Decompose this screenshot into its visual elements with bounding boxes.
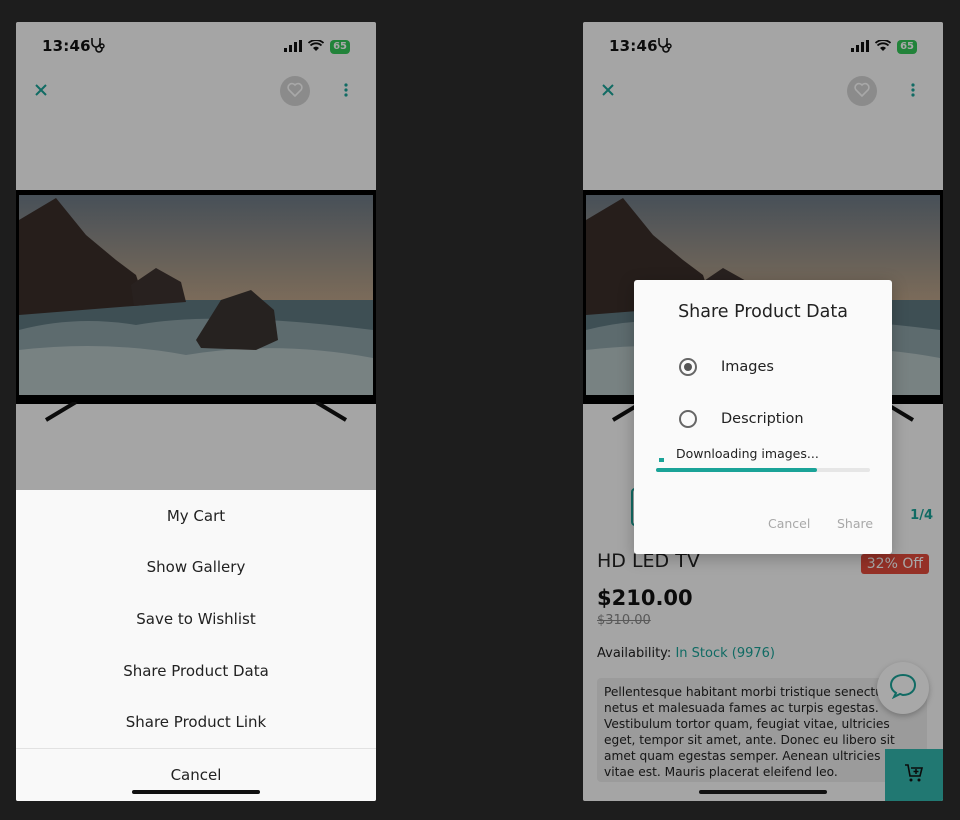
sheet-item-share-product-link[interactable]: Share Product Link [16,700,376,744]
option-label: Description [721,411,804,427]
dialog-cancel-button[interactable]: Cancel [768,516,810,531]
radio-unselected-icon[interactable] [679,410,697,428]
download-progress-bar [656,468,870,472]
sheet-divider [16,748,376,749]
home-indicator [132,790,260,794]
phone-screen-action-sheet: 13:46 65 My Cart Show Gallery Save to Wi… [16,22,376,801]
home-indicator [699,790,827,794]
sheet-item-share-product-data[interactable]: Share Product Data [16,649,376,693]
progress-label: Downloading images... [676,446,819,461]
action-sheet: My Cart Show Gallery Save to Wishlist Sh… [16,490,376,801]
option-label: Images [721,359,774,375]
option-description[interactable]: Description [679,410,804,428]
dialog-title: Share Product Data [678,302,848,322]
progress-fill [656,468,817,472]
dialog-share-button[interactable]: Share [837,516,873,531]
sheet-item-show-gallery[interactable]: Show Gallery [16,545,376,589]
phone-screen-share-dialog: 13:46 65 1/4 HD LED TV 32% Off $210.00 $… [583,22,943,801]
radio-selected-icon[interactable] [679,358,697,376]
sheet-item-my-cart[interactable]: My Cart [16,494,376,538]
option-images[interactable]: Images [679,358,774,376]
progress-dot [659,458,664,462]
share-product-data-dialog: Share Product Data Images Description Do… [634,280,892,554]
sheet-item-save-to-wishlist[interactable]: Save to Wishlist [16,597,376,641]
